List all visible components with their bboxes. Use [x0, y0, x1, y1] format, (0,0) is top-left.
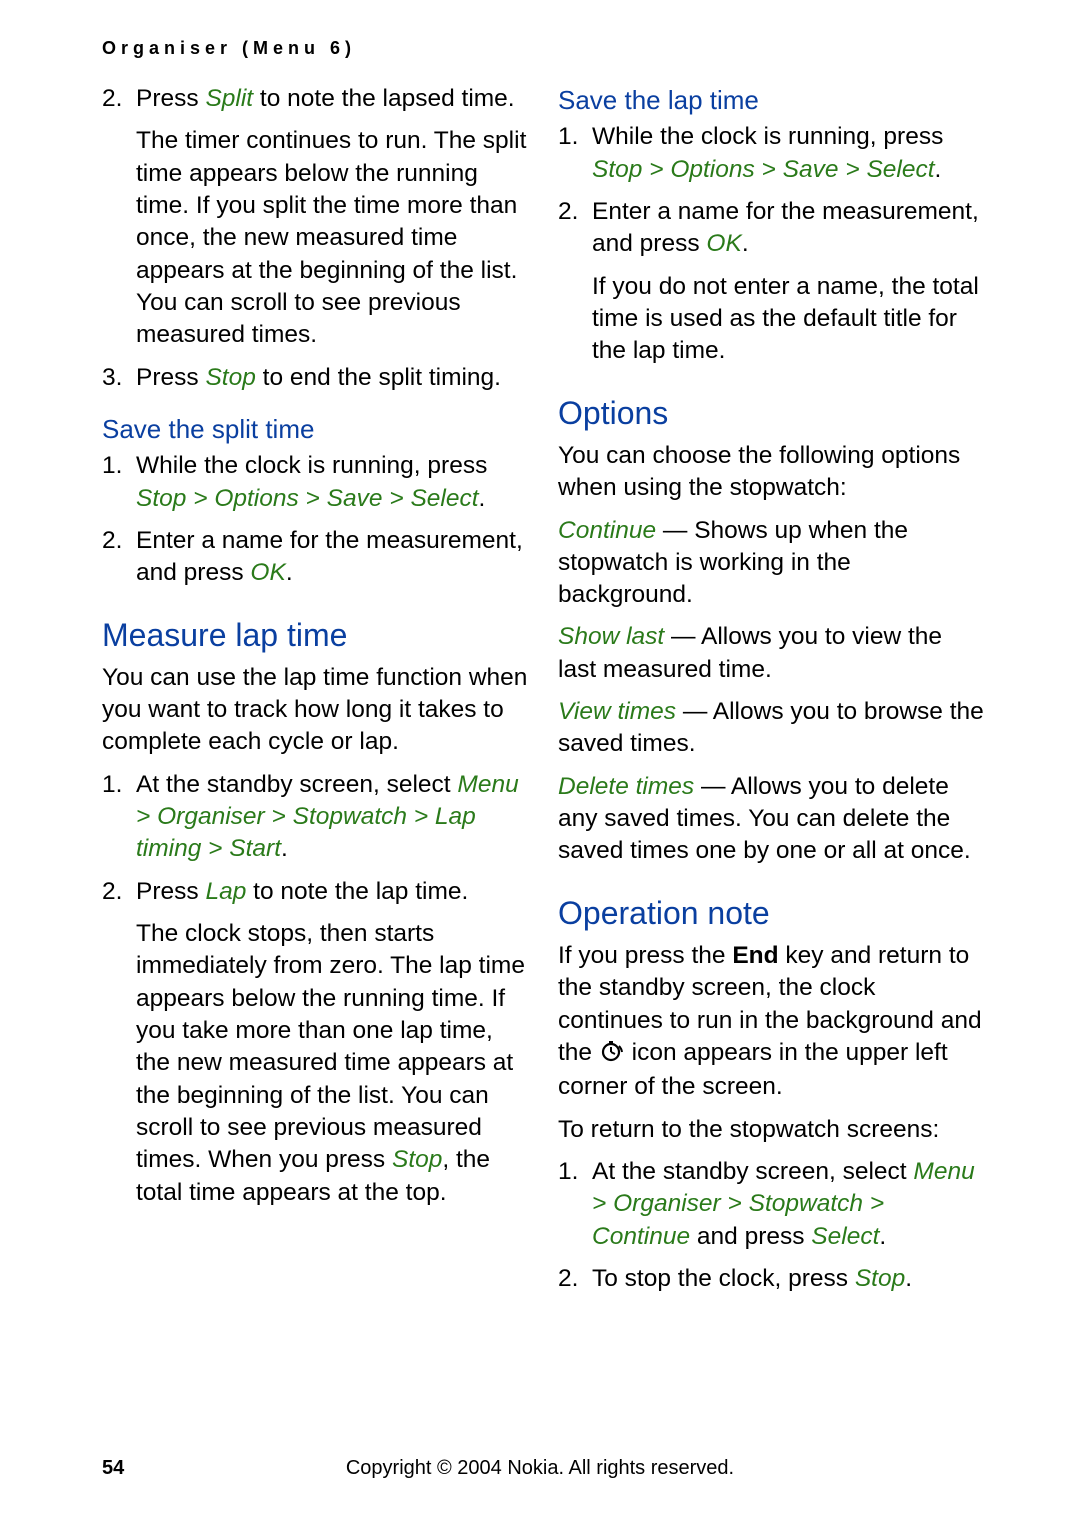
menu-path: Stop > Options > Save > Select: [592, 156, 935, 183]
text: Press: [136, 85, 205, 112]
manual-page: Organiser (Menu 6) Press Split to note t…: [0, 0, 1080, 1530]
list-item: To stop the clock, press Stop.: [558, 1263, 984, 1295]
measure-lap-steps: At the standby screen, select Menu > Org…: [102, 769, 528, 1209]
list-item: Press Stop to end the split timing.: [102, 362, 528, 394]
accent-text: OK: [706, 230, 741, 257]
list-item: Press Lap to note the lap time. The cloc…: [102, 876, 528, 1209]
list-item: Press Split to note the lapsed time. The…: [102, 83, 528, 352]
text: To stop the clock, press: [592, 1265, 855, 1292]
text: .: [286, 559, 293, 586]
paragraph: If you do not enter a name, the total ti…: [592, 271, 984, 368]
left-column: Press Split to note the lapsed time. The…: [102, 83, 528, 1305]
right-column: Save the lap time While the clock is run…: [558, 83, 984, 1305]
text: .: [905, 1265, 912, 1292]
split-steps-continued: Press Split to note the lapsed time. The…: [102, 83, 528, 394]
paragraph: You can use the lap time function when y…: [102, 662, 528, 759]
text: While the clock is running, press: [136, 452, 487, 479]
option-view-times: View times — Allows you to browse the sa…: [558, 696, 984, 761]
accent-text: Select: [811, 1223, 879, 1250]
list-item: While the clock is running, press Stop >…: [102, 450, 528, 515]
text: .: [281, 835, 288, 862]
menu-path: Stop > Options > Save > Select: [136, 485, 479, 512]
bold-text: End: [732, 942, 778, 969]
text: Enter a name for the measurement, and pr…: [136, 527, 523, 586]
accent-text: Stop: [855, 1265, 905, 1292]
text: While the clock is running, press: [592, 123, 943, 150]
text: to note the lapsed time.: [253, 85, 515, 112]
list-item: While the clock is running, press Stop >…: [558, 121, 984, 186]
accent-text: Lap: [205, 878, 246, 905]
return-steps: At the standby screen, select Menu > Org…: [558, 1156, 984, 1295]
option-show-last: Show last — Allows you to view the last …: [558, 621, 984, 686]
text: The clock stops, then starts immediately…: [136, 920, 525, 1173]
paragraph: You can choose the following options whe…: [558, 440, 984, 505]
text: .: [742, 230, 749, 257]
text: to end the split timing.: [256, 364, 501, 391]
list-item: Enter a name for the measurement, and pr…: [558, 196, 984, 368]
accent-text: Continue: [558, 517, 656, 544]
text: .: [479, 485, 486, 512]
text: Press: [136, 878, 205, 905]
option-continue: Continue — Shows up when the stopwatch i…: [558, 515, 984, 612]
subheading-save-lap: Save the lap time: [558, 83, 984, 117]
heading-measure-lap: Measure lap time: [102, 614, 528, 656]
save-lap-steps: While the clock is running, press Stop >…: [558, 121, 984, 367]
accent-text: Delete times: [558, 773, 694, 800]
option-delete-times: Delete times — Allows you to delete any …: [558, 771, 984, 868]
text: At the standby screen, select: [136, 771, 457, 798]
accent-text: View times: [558, 698, 676, 725]
footer-copyright: Copyright © 2004 Nokia. All rights reser…: [0, 1457, 1080, 1480]
text: If you press the: [558, 942, 732, 969]
text: Enter a name for the measurement, and pr…: [592, 198, 979, 257]
text: and press: [690, 1223, 811, 1250]
heading-options: Options: [558, 392, 984, 434]
list-item: Enter a name for the measurement, and pr…: [102, 525, 528, 590]
text: .: [879, 1223, 886, 1250]
list-item: At the standby screen, select Menu > Org…: [558, 1156, 984, 1253]
subheading-save-split: Save the split time: [102, 412, 528, 446]
accent-text: Split: [205, 85, 253, 112]
heading-operation-note: Operation note: [558, 892, 984, 934]
accent-text: Stop: [205, 364, 255, 391]
text: .: [935, 156, 942, 183]
running-header: Organiser (Menu 6): [102, 38, 984, 59]
paragraph: The clock stops, then starts immediately…: [136, 918, 528, 1209]
list-item: At the standby screen, select Menu > Org…: [102, 769, 528, 866]
save-split-steps: While the clock is running, press Stop >…: [102, 450, 528, 589]
paragraph: If you press the End key and return to t…: [558, 940, 984, 1104]
content-columns: Press Split to note the lapsed time. The…: [102, 83, 984, 1305]
text: to note the lap time.: [246, 878, 468, 905]
accent-text: Show last: [558, 623, 664, 650]
accent-text: OK: [250, 559, 285, 586]
paragraph: To return to the stopwatch screens:: [558, 1114, 984, 1146]
accent-text: Stop: [392, 1146, 442, 1173]
text: At the standby screen, select: [592, 1158, 913, 1185]
text: Press: [136, 364, 205, 391]
paragraph: The timer continues to run. The split ti…: [136, 125, 528, 351]
stopwatch-icon: [599, 1039, 625, 1071]
